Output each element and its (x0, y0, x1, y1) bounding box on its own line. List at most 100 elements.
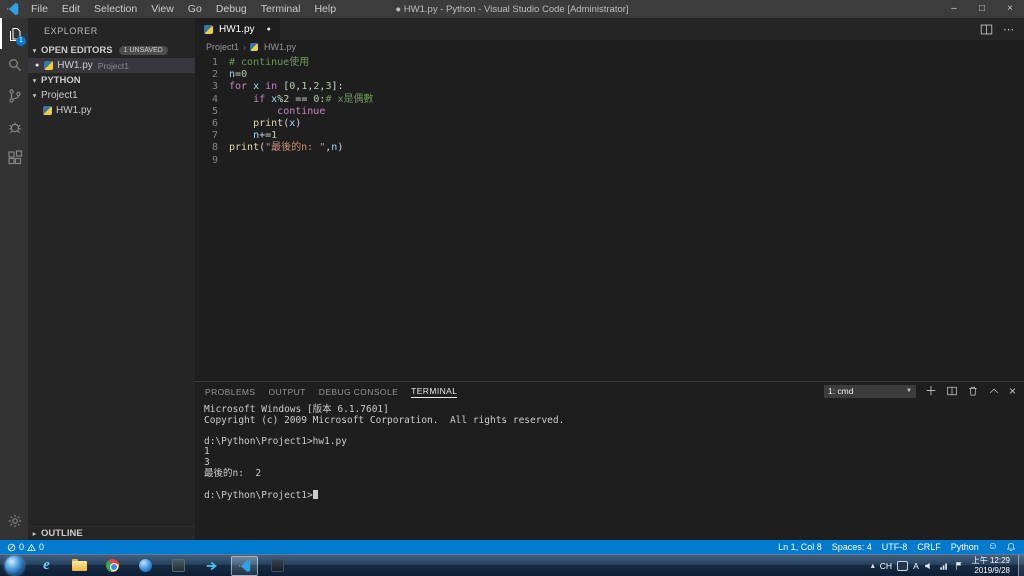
close-button[interactable]: × (996, 0, 1024, 18)
clock[interactable]: 上午 12:29 2019/9/28 (972, 556, 1010, 575)
code-text: n+=1 (253, 130, 278, 142)
warning-count: 0 (39, 542, 45, 552)
show-desktop-button[interactable] (1018, 555, 1024, 576)
menu-selection[interactable]: Selection (87, 0, 144, 18)
outline-header[interactable]: ▸ OUTLINE (28, 526, 195, 540)
menu-terminal[interactable]: Terminal (254, 0, 308, 18)
start-button[interactable] (5, 556, 24, 575)
system-tray: ▴ CH A 上午 12:29 2019/9/28 (871, 555, 1024, 576)
file-explorer-icon[interactable] (66, 556, 93, 576)
open-editor-item-hw1[interactable]: ● HW1.py Project1 (28, 58, 195, 73)
file-hw1[interactable]: HW1.py (28, 103, 195, 118)
app-icon-1[interactable] (165, 556, 192, 576)
menu-go[interactable]: Go (181, 0, 209, 18)
code-area[interactable]: 1 # continue使用 2 n=0 3 for x in [0,1,2,3]: 4 i… (195, 53, 1024, 381)
chrome-icon[interactable] (99, 556, 126, 576)
tab-hw1[interactable]: HW1.py ● (195, 18, 280, 40)
menu-help[interactable]: Help (307, 0, 343, 18)
terminal-line: Microsoft Windows [版本 6.1.7601] (204, 404, 389, 415)
outline-label: OUTLINE (41, 528, 83, 539)
modified-dot-icon[interactable]: ● (35, 62, 39, 69)
sidebar-title: EXPLORER (44, 26, 98, 36)
code-text: # continue使用 (229, 57, 310, 68)
terminal-line: Copyright (c) 2009 Microsoft Corporation… (204, 414, 565, 426)
search-icon[interactable] (0, 49, 28, 80)
menu-file[interactable]: File (24, 0, 55, 18)
keyboard-layout-icon[interactable] (897, 560, 909, 571)
breadcrumb-file[interactable]: HW1.py (264, 42, 296, 52)
file-name: HW1.py (56, 105, 92, 116)
menu-view[interactable]: View (144, 0, 181, 18)
debug-icon[interactable] (0, 111, 28, 142)
chevron-down-icon: ▼ (906, 388, 912, 394)
code-line: 1 # continue使用 (195, 57, 1024, 69)
network-icon[interactable] (939, 561, 949, 571)
vscode-logo-icon (6, 2, 20, 16)
panel-tab-output[interactable]: OUTPUT (268, 385, 305, 398)
code-line: 5 continue (195, 106, 1024, 118)
vscode-icon[interactable] (231, 555, 258, 576)
arrow-app-icon[interactable] (198, 556, 225, 576)
status-indentation[interactable]: Spaces: 4 (827, 542, 877, 552)
ie-icon[interactable]: e (33, 556, 60, 576)
breadcrumb-folder[interactable]: Project1 (206, 42, 239, 52)
panel-tab-problems[interactable]: PROBLEMS (205, 385, 255, 398)
folder-name: Project1 (41, 90, 78, 101)
split-editor-icon[interactable] (980, 23, 993, 36)
panel-tab-debug-console[interactable]: DEBUG CONSOLE (319, 385, 398, 398)
status-language-mode[interactable]: Python (946, 542, 984, 552)
new-terminal-icon[interactable]: ＋ (925, 385, 937, 397)
notifications-bell-icon[interactable] (1002, 542, 1020, 552)
code-line: 6 print(x) (195, 118, 1024, 130)
ime-language-indicator[interactable]: CH (880, 561, 892, 571)
line-number: 3 (211, 81, 218, 93)
hidden-icons-chevron-icon[interactable]: ▴ (871, 561, 875, 570)
menu-debug[interactable]: Debug (209, 0, 254, 18)
volume-icon[interactable] (924, 561, 934, 571)
settings-icon[interactable] (0, 505, 28, 536)
panel-actions: 1: cmd ▼ ＋ × (823, 384, 1016, 398)
open-editor-file-name: HW1.py (57, 60, 93, 71)
problems-indicator[interactable]: 0 0 (0, 542, 44, 552)
source-control-icon[interactable] (0, 80, 28, 111)
extensions-icon[interactable] (0, 142, 28, 173)
activity-bar: 1 (0, 18, 28, 540)
maximize-panel-icon[interactable] (988, 385, 1000, 397)
panel-tab-terminal[interactable]: TERMINAL (411, 384, 458, 398)
terminal-output[interactable]: Microsoft Windows [版本 6.1.7601] Copyright… (195, 400, 1024, 540)
menubar: File Edit Selection View Go Debug Terminal Help (24, 0, 343, 18)
open-editor-file-detail: Project1 (97, 60, 129, 71)
kill-terminal-icon[interactable] (967, 385, 979, 397)
folder-project1[interactable]: ▾ Project1 (28, 88, 195, 103)
workspace-header[interactable]: ▾ PYTHON (28, 73, 195, 88)
code-line: 4 if x%2 == 0:# x是偶數 (195, 94, 1024, 106)
minimize-button[interactable]: – (940, 0, 968, 18)
status-eol[interactable]: CRLF (912, 542, 946, 552)
line-number: 4 (211, 93, 218, 105)
explorer-icon[interactable]: 1 (0, 18, 28, 49)
titlebar: File Edit Selection View Go Debug Terminal Help… (0, 0, 1024, 18)
status-cursor-position[interactable]: Ln 1, Col 8 (773, 542, 827, 552)
maximize-button[interactable]: □ (968, 0, 996, 18)
more-actions-icon[interactable]: ⋯ (1003, 23, 1014, 36)
terminal-line: 3 (204, 456, 210, 468)
close-panel-icon[interactable]: × (1009, 385, 1016, 397)
menu-edit[interactable]: Edit (55, 0, 87, 18)
open-editors-header[interactable]: ▾ OPEN EDITORS 1 UNSAVED (28, 43, 195, 58)
sidebar: EXPLORER ▾ OPEN EDITORS 1 UNSAVED ● HW1.… (28, 18, 195, 540)
split-terminal-icon[interactable] (946, 385, 958, 397)
tab-modified-dot-icon[interactable]: ● (267, 26, 271, 33)
action-center-flag-icon[interactable] (954, 561, 964, 571)
media-app-icon[interactable] (132, 556, 159, 576)
code-line: 7 n+=1 (195, 130, 1024, 142)
ime-mode-indicator[interactable]: A (913, 561, 919, 571)
status-encoding[interactable]: UTF-8 (877, 542, 913, 552)
feedback-icon[interactable]: ☺ (984, 540, 1002, 554)
panel-tabs: PROBLEMS OUTPUT DEBUG CONSOLE TERMINAL (205, 384, 470, 398)
terminal-select[interactable]: 1: cmd ▼ (823, 384, 916, 398)
code-text: for x in [0,1,2,3]: (229, 81, 344, 93)
line-number: 6 (211, 117, 218, 129)
workbench: 1 EXPLORER ▾ OPEN EDITORS 1 UNSAVED ● HW… (0, 18, 1024, 540)
app-icon-2[interactable] (264, 556, 291, 576)
